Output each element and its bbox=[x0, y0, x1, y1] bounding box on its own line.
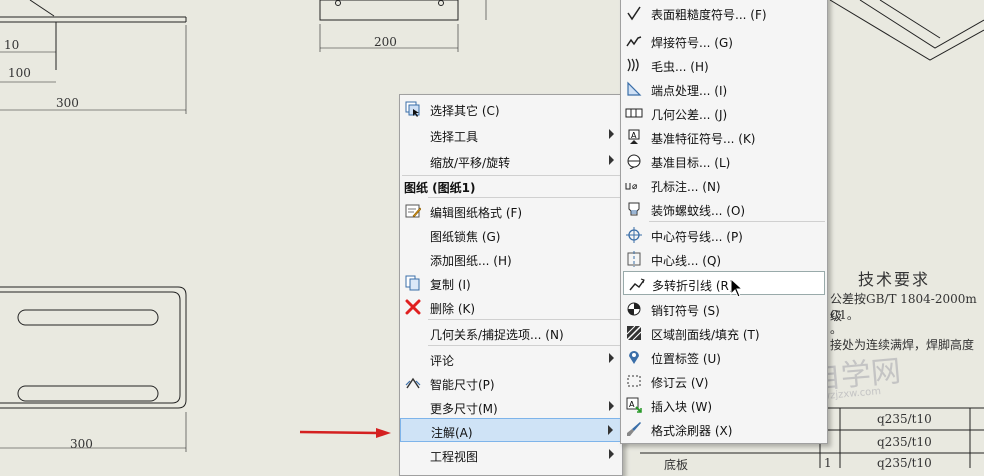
location-pin-icon bbox=[625, 348, 643, 366]
annotations-item[interactable]: 注解(A) bbox=[400, 418, 622, 442]
smart-dimension-item[interactable]: 智能尺寸(P) bbox=[400, 371, 622, 395]
smart-dimension-icon bbox=[404, 374, 422, 392]
dowel-pin-item[interactable]: 销钉符号 (S) bbox=[621, 297, 827, 321]
submenu-arrow-icon bbox=[609, 155, 614, 165]
annotations-submenu: 表面粗糙度符号... (F) 焊接符号... (G) 毛虫... (H) 端点处… bbox=[620, 0, 828, 444]
datum-target-item[interactable]: 基准目标... (L) bbox=[621, 149, 827, 173]
submenu-arrow-icon bbox=[609, 129, 614, 139]
submenu-arrow-icon bbox=[609, 401, 614, 411]
table-cell: 底板 bbox=[664, 458, 689, 472]
cosmetic-thread-item[interactable]: 装饰螺蚊线... (O) bbox=[621, 197, 827, 221]
hatch-item[interactable]: 毛虫... (H) bbox=[621, 53, 827, 77]
revision-cloud-icon bbox=[625, 372, 643, 390]
delete-item[interactable]: 删除 (K) bbox=[400, 295, 622, 319]
svg-text:A: A bbox=[629, 400, 635, 409]
dimension-label: 10 bbox=[4, 38, 20, 52]
copy-item[interactable]: 复制 (I) bbox=[400, 271, 622, 295]
table-cell: q235/t10 bbox=[877, 435, 932, 449]
edit-sheet-format-icon bbox=[404, 202, 422, 220]
cosmetic-thread-icon bbox=[625, 200, 643, 218]
more-dimensions-item[interactable]: 更多尺寸(M) bbox=[400, 395, 622, 419]
copy-icon bbox=[404, 274, 422, 292]
relations-snaps-item[interactable]: 几何关系/捕捉选项... (N) bbox=[400, 321, 622, 345]
caterpillar-icon bbox=[625, 56, 643, 74]
end-treatment-item[interactable]: 端点处理... (I) bbox=[621, 77, 827, 101]
table-cell: q235/t10 bbox=[877, 412, 932, 426]
surface-finish-icon bbox=[625, 4, 643, 22]
gtol-icon bbox=[625, 104, 643, 122]
location-label-item[interactable]: 位置标签 (U) bbox=[621, 345, 827, 369]
submenu-arrow-icon bbox=[608, 425, 613, 435]
sheet-section-header: 图纸 (图纸1) bbox=[404, 181, 476, 195]
paintbrush-icon bbox=[625, 420, 643, 438]
weld-symbol-icon bbox=[625, 32, 643, 50]
weld-symbol-item[interactable]: 焊接符号... (G) bbox=[621, 29, 827, 53]
insert-block-icon: A bbox=[625, 396, 643, 414]
datum-feature-icon: A bbox=[625, 128, 643, 146]
comment-item[interactable]: 评论 bbox=[400, 347, 622, 371]
select-other-item[interactable]: 选择其它 (C) bbox=[400, 97, 622, 121]
mouse-cursor-icon bbox=[730, 278, 744, 298]
submenu-arrow-icon bbox=[609, 353, 614, 363]
edit-sheet-format-item[interactable]: 编辑图纸格式 (F) bbox=[400, 199, 622, 223]
format-painter-item[interactable]: 格式涂刷器 (X) bbox=[621, 417, 827, 441]
datum-target-icon bbox=[625, 152, 643, 170]
svg-text:A: A bbox=[631, 131, 637, 140]
area-hatch-item[interactable]: 区域剖面线/填充 (T) bbox=[621, 321, 827, 345]
menu-separator bbox=[402, 175, 620, 176]
area-hatch-icon bbox=[625, 324, 643, 342]
tech-requirements-line: 。 bbox=[830, 322, 843, 336]
datum-feature-item[interactable]: A 基准特征符号... (K) bbox=[621, 125, 827, 149]
dimension-label: 300 bbox=[70, 437, 93, 451]
multi-jog-leader-icon bbox=[628, 275, 646, 293]
submenu-arrow-icon bbox=[609, 449, 614, 459]
context-menu: 选择其它 (C) 选择工具 缩放/平移/旋转 图纸 (图纸1) 编辑图纸格式 (… bbox=[399, 94, 623, 476]
insert-block-item[interactable]: A 插入块 (W) bbox=[621, 393, 827, 417]
svg-text:⌀: ⌀ bbox=[632, 182, 638, 192]
center-mark-icon bbox=[625, 226, 643, 244]
surface-finish-item[interactable]: 表面粗糙度符号... (F) bbox=[621, 1, 827, 25]
dimension-label: 200 bbox=[374, 35, 397, 49]
menu-separator bbox=[428, 345, 620, 346]
zoom-pan-rotate-item[interactable]: 缩放/平移/旋转 bbox=[400, 149, 622, 173]
revision-cloud-item[interactable]: 修订云 (V) bbox=[621, 369, 827, 393]
dowel-pin-icon bbox=[625, 300, 643, 318]
delete-icon bbox=[404, 298, 422, 316]
menu-separator bbox=[649, 221, 825, 222]
centerline-item[interactable]: 中心线... (Q) bbox=[621, 247, 827, 271]
add-sheet-item[interactable]: 添加图纸... (H) bbox=[400, 247, 622, 271]
centerline-icon bbox=[625, 250, 643, 268]
menu-separator bbox=[428, 197, 620, 198]
select-other-icon bbox=[404, 100, 422, 118]
multi-jog-leader-item[interactable]: 多转折引线 (R) bbox=[623, 271, 825, 295]
drawing-views-item[interactable]: 工程视图 bbox=[400, 443, 622, 467]
dimension-label: 100 bbox=[8, 66, 31, 80]
hole-callout-item[interactable]: ⌀ 孔标注... (N) bbox=[621, 173, 827, 197]
dimension-label: 300 bbox=[56, 96, 79, 110]
select-tools-item[interactable]: 选择工具 bbox=[400, 123, 622, 147]
center-mark-item[interactable]: 中心符号线... (P) bbox=[621, 223, 827, 247]
lock-sheet-focus-item[interactable]: 图纸锁焦 (G) bbox=[400, 223, 622, 247]
gtol-item[interactable]: 几何公差... (J) bbox=[621, 101, 827, 125]
tech-requirements-title: 技术要求 bbox=[858, 270, 931, 289]
menu-separator bbox=[428, 319, 620, 320]
hole-callout-icon: ⌀ bbox=[625, 176, 643, 194]
end-treatment-icon bbox=[625, 80, 643, 98]
